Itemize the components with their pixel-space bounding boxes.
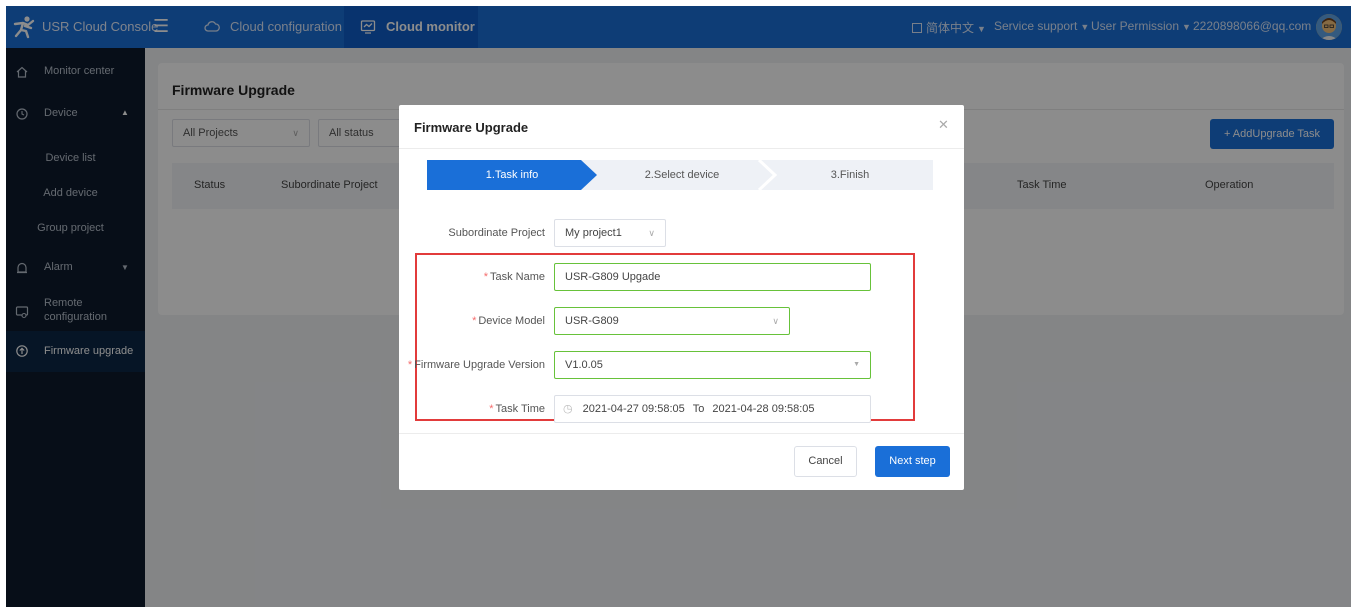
device-model-label: * Device Model <box>399 315 545 327</box>
task-name-label: * Task Name <box>399 271 545 283</box>
subordinate-project-label: Subordinate Project <box>399 227 545 239</box>
task-name-label-text: Task Name <box>489 271 545 283</box>
step-task-info: 1.Task info <box>485 169 539 181</box>
task-time-end: 2021-04-28 09:58:05 <box>712 403 815 415</box>
clock-icon: ◷ <box>563 403 573 415</box>
device-model-label-text: Device Model <box>478 315 545 327</box>
cancel-button[interactable]: Cancel <box>794 446 857 477</box>
close-icon[interactable]: ✕ <box>938 117 949 133</box>
task-name-value: USR-G809 Upgade <box>565 271 661 283</box>
divider <box>399 148 964 149</box>
firmware-version-select[interactable]: V1.0.05 ▼ <box>554 351 871 379</box>
dialog-title: Firmware Upgrade <box>414 120 529 135</box>
next-step-button[interactable]: Next step <box>875 446 950 477</box>
required-marker: * <box>483 271 488 283</box>
task-time-start: 2021-04-27 09:58:05 <box>582 403 685 415</box>
task-time-range-picker[interactable]: ◷ 2021-04-27 09:58:05 To 2021-04-28 09:58:0… <box>554 395 871 423</box>
required-marker: * <box>407 359 413 371</box>
device-model-value: USR-G809 <box>565 315 619 327</box>
firmware-version-label: * Firmware Upgrade Version <box>399 359 545 371</box>
step-select-device: 2.Select device <box>644 169 720 181</box>
divider <box>399 433 964 434</box>
step-indicator: 1.Task info 2.Select device 3.Finish <box>427 160 933 190</box>
task-time-label: * Task Time <box>399 403 545 415</box>
chevron-down-icon: ∨ <box>648 228 655 238</box>
task-time-label-text: Task Time <box>495 403 545 415</box>
required-marker: * <box>489 403 494 415</box>
subordinate-project-label-text: Subordinate Project <box>448 227 545 239</box>
firmware-upgrade-dialog: Firmware Upgrade ✕ 1.Task info 2.Select … <box>399 105 964 490</box>
required-marker: * <box>472 315 477 327</box>
task-name-input[interactable]: USR-G809 Upgade <box>554 263 871 291</box>
caret-down-icon: ▼ <box>853 361 860 368</box>
app-window: USR Cloud Console ☰ Cloud configuration … <box>6 6 1351 607</box>
firmware-version-value: V1.0.05 <box>565 359 603 371</box>
subordinate-project-value: My project1 <box>565 227 622 239</box>
task-time-separator: To <box>692 403 705 415</box>
chevron-down-icon: ∨ <box>772 316 779 326</box>
firmware-version-label-text: Firmware Upgrade Version <box>414 359 545 371</box>
step-finish: 3.Finish <box>830 169 870 181</box>
device-model-select[interactable]: USR-G809 ∨ <box>554 307 790 335</box>
subordinate-project-select[interactable]: My project1 ∨ <box>554 219 666 247</box>
